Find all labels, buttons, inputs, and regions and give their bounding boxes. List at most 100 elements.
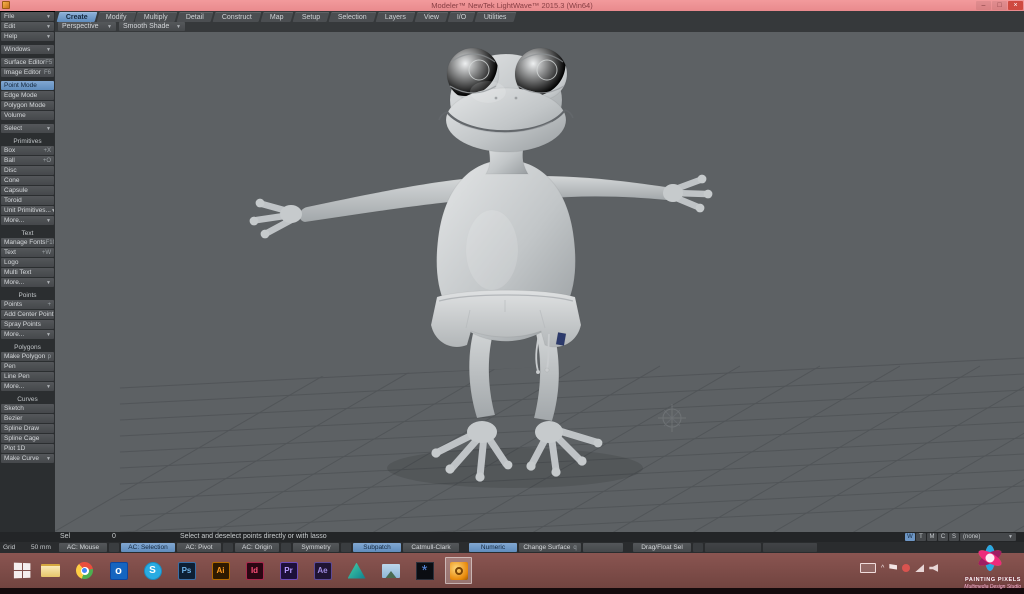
sidebar-item-disc[interactable]: Disc <box>1 166 54 175</box>
sidebar-item-polygons-more[interactable]: More...▼ <box>1 382 54 391</box>
taskbar-premiere[interactable]: Pr <box>275 557 302 584</box>
tab-multiply[interactable]: Multiply <box>135 12 178 22</box>
tab-map[interactable]: Map <box>261 12 293 22</box>
symmetry-button[interactable]: Symmetry <box>293 543 339 552</box>
alert-icon[interactable] <box>902 564 910 572</box>
action-center-flag-icon[interactable] <box>889 564 897 572</box>
sidebar-item-volume[interactable]: Volume <box>1 111 54 120</box>
taskbar-chrome[interactable] <box>71 557 98 584</box>
taskbar-outlook[interactable]: o <box>105 557 132 584</box>
sidebar-item-toroid[interactable]: Toroid <box>1 196 54 205</box>
outlook-icon: o <box>110 562 128 580</box>
sidebar-item-text-more[interactable]: More...▼ <box>1 278 54 287</box>
vmap-weight-button[interactable]: W <box>905 533 915 541</box>
change-surface-button[interactable]: Change Surfaceq <box>519 543 581 552</box>
vmap-morph-button[interactable]: M <box>927 533 937 541</box>
sidebar-item-spray-points[interactable]: Spray Points <box>1 320 54 329</box>
sidebar-item-spline-cage[interactable]: Spline Cage <box>1 434 54 443</box>
ac-pivot-button[interactable]: AC: Pivot <box>177 543 221 552</box>
shading-mode-dropdown[interactable]: Smooth Shade ▼ <box>119 22 185 31</box>
viewport-3d[interactable] <box>55 32 1024 532</box>
taskbar-design-app[interactable] <box>343 557 370 584</box>
sidebar-item-unit-primitives[interactable]: Unit Primitives...▼ <box>1 206 54 215</box>
sidebar-item-edit[interactable]: Edit▼ <box>1 22 54 31</box>
sidebar-item-select[interactable]: Select▼ <box>1 124 54 133</box>
toolbar-blank-button[interactable] <box>705 543 761 552</box>
tab-create[interactable]: Create <box>57 12 98 22</box>
touch-keyboard-icon[interactable] <box>860 563 876 573</box>
ac-selection-button[interactable]: AC: Selection <box>121 543 175 552</box>
tab-modify[interactable]: Modify <box>96 12 135 22</box>
frog-model <box>250 48 713 482</box>
sidebar-item-manage-fonts[interactable]: Manage FontsF10 <box>1 238 54 247</box>
tab-selection[interactable]: Selection <box>329 12 377 22</box>
catmull-clark-button[interactable]: Catmull-Clark <box>403 543 459 552</box>
sidebar-item-points[interactable]: Points+ <box>1 300 54 309</box>
sidebar-item-box[interactable]: Box+X <box>1 146 54 155</box>
sidebar-item-sketch[interactable]: Sketch <box>1 404 54 413</box>
start-button[interactable] <box>10 560 34 581</box>
sidebar-item-text[interactable]: Text+W <box>1 248 54 257</box>
sidebar-item-pen[interactable]: Pen <box>1 362 54 371</box>
fan-utility-icon: * <box>416 562 434 580</box>
drag-float-sel-button[interactable]: Drag/Float Sel <box>633 543 691 552</box>
toolbar-blank-button[interactable] <box>583 543 623 552</box>
taskbar-file-explorer[interactable] <box>37 557 64 584</box>
sidebar-item-bezier[interactable]: Bezier <box>1 414 54 423</box>
sidebar-item-file[interactable]: File▼ <box>1 12 54 21</box>
sidebar-item-points-more[interactable]: More...▼ <box>1 330 54 339</box>
sidebar-item-surface-editor[interactable]: Surface EditorF5 <box>1 58 54 67</box>
sidebar-item-line-pen[interactable]: Line Pen <box>1 372 54 381</box>
section-header-curves: Curves <box>1 395 54 404</box>
vmap-texture-button[interactable]: T <box>916 533 926 541</box>
tab-io[interactable]: I/O <box>447 12 475 22</box>
status-hint: Select and deselect points directly or w… <box>180 532 327 542</box>
indesign-icon: Id <box>246 562 264 580</box>
sidebar-item-image-editor[interactable]: Image EditorF6 <box>1 68 54 77</box>
taskbar-photos[interactable] <box>377 557 404 584</box>
sidebar-item-add-center-point[interactable]: Add Center Point <box>1 310 54 319</box>
chevron-down-icon: ▼ <box>176 24 181 30</box>
numeric-button[interactable]: Numeric <box>469 543 517 552</box>
sidebar-item-cone[interactable]: Cone <box>1 176 54 185</box>
sidebar-item-edge-mode[interactable]: Edge Mode <box>1 91 54 100</box>
windows-logo-icon <box>13 563 30 579</box>
close-button[interactable]: × <box>1008 1 1023 10</box>
tab-layers[interactable]: Layers <box>375 12 415 22</box>
tab-detail[interactable]: Detail <box>177 12 214 22</box>
tab-construct[interactable]: Construct <box>213 12 262 22</box>
tab-utilities[interactable]: Utilities <box>475 12 516 22</box>
sidebar-item-logo[interactable]: Logo <box>1 258 54 267</box>
show-hidden-icons[interactable]: ^ <box>881 565 884 572</box>
subpatch-button[interactable]: Subpatch <box>353 543 401 552</box>
toolbar-blank-button[interactable] <box>763 543 817 552</box>
network-icon[interactable] <box>915 564 924 572</box>
taskbar-after-effects[interactable]: Ae <box>309 557 336 584</box>
sidebar-item-help[interactable]: Help▼ <box>1 32 54 41</box>
sidebar-item-make-polygon[interactable]: Make Polygonp <box>1 352 54 361</box>
tab-view[interactable]: View <box>414 12 448 22</box>
sidebar-item-spline-draw[interactable]: Spline Draw <box>1 424 54 433</box>
taskbar-indesign[interactable]: Id <box>241 557 268 584</box>
ac-mouse-button[interactable]: AC: Mouse <box>59 543 107 552</box>
taskbar-fan-utility[interactable]: * <box>411 557 438 584</box>
ac-origin-button[interactable]: AC: Origin <box>235 543 279 552</box>
taskbar-lightwave-modeler[interactable] <box>445 557 472 584</box>
taskbar-illustrator[interactable]: Ai <box>207 557 234 584</box>
maximize-button[interactable]: □ <box>992 1 1007 10</box>
sidebar-item-multi-text[interactable]: Multi Text <box>1 268 54 277</box>
sidebar-item-ball[interactable]: Ball+O <box>1 156 54 165</box>
sidebar-item-polygon-mode[interactable]: Polygon Mode <box>1 101 54 110</box>
volume-icon[interactable] <box>929 564 938 572</box>
sidebar-item-point-mode[interactable]: Point Mode <box>1 81 54 90</box>
sidebar-item-primitives-more[interactable]: More...▼ <box>1 216 54 225</box>
taskbar-skype[interactable]: S <box>139 557 166 584</box>
sidebar-item-make-curve[interactable]: Make Curve▼ <box>1 454 54 463</box>
sidebar-item-plot-1d[interactable]: Plot 1D <box>1 444 54 453</box>
sidebar-item-windows[interactable]: Windows▼ <box>1 45 54 54</box>
taskbar-photoshop[interactable]: Ps <box>173 557 200 584</box>
tab-setup[interactable]: Setup <box>292 12 329 22</box>
view-mode-dropdown[interactable]: Perspective ▼ <box>58 22 116 31</box>
sidebar-item-capsule[interactable]: Capsule <box>1 186 54 195</box>
minimize-button[interactable]: – <box>976 1 991 10</box>
